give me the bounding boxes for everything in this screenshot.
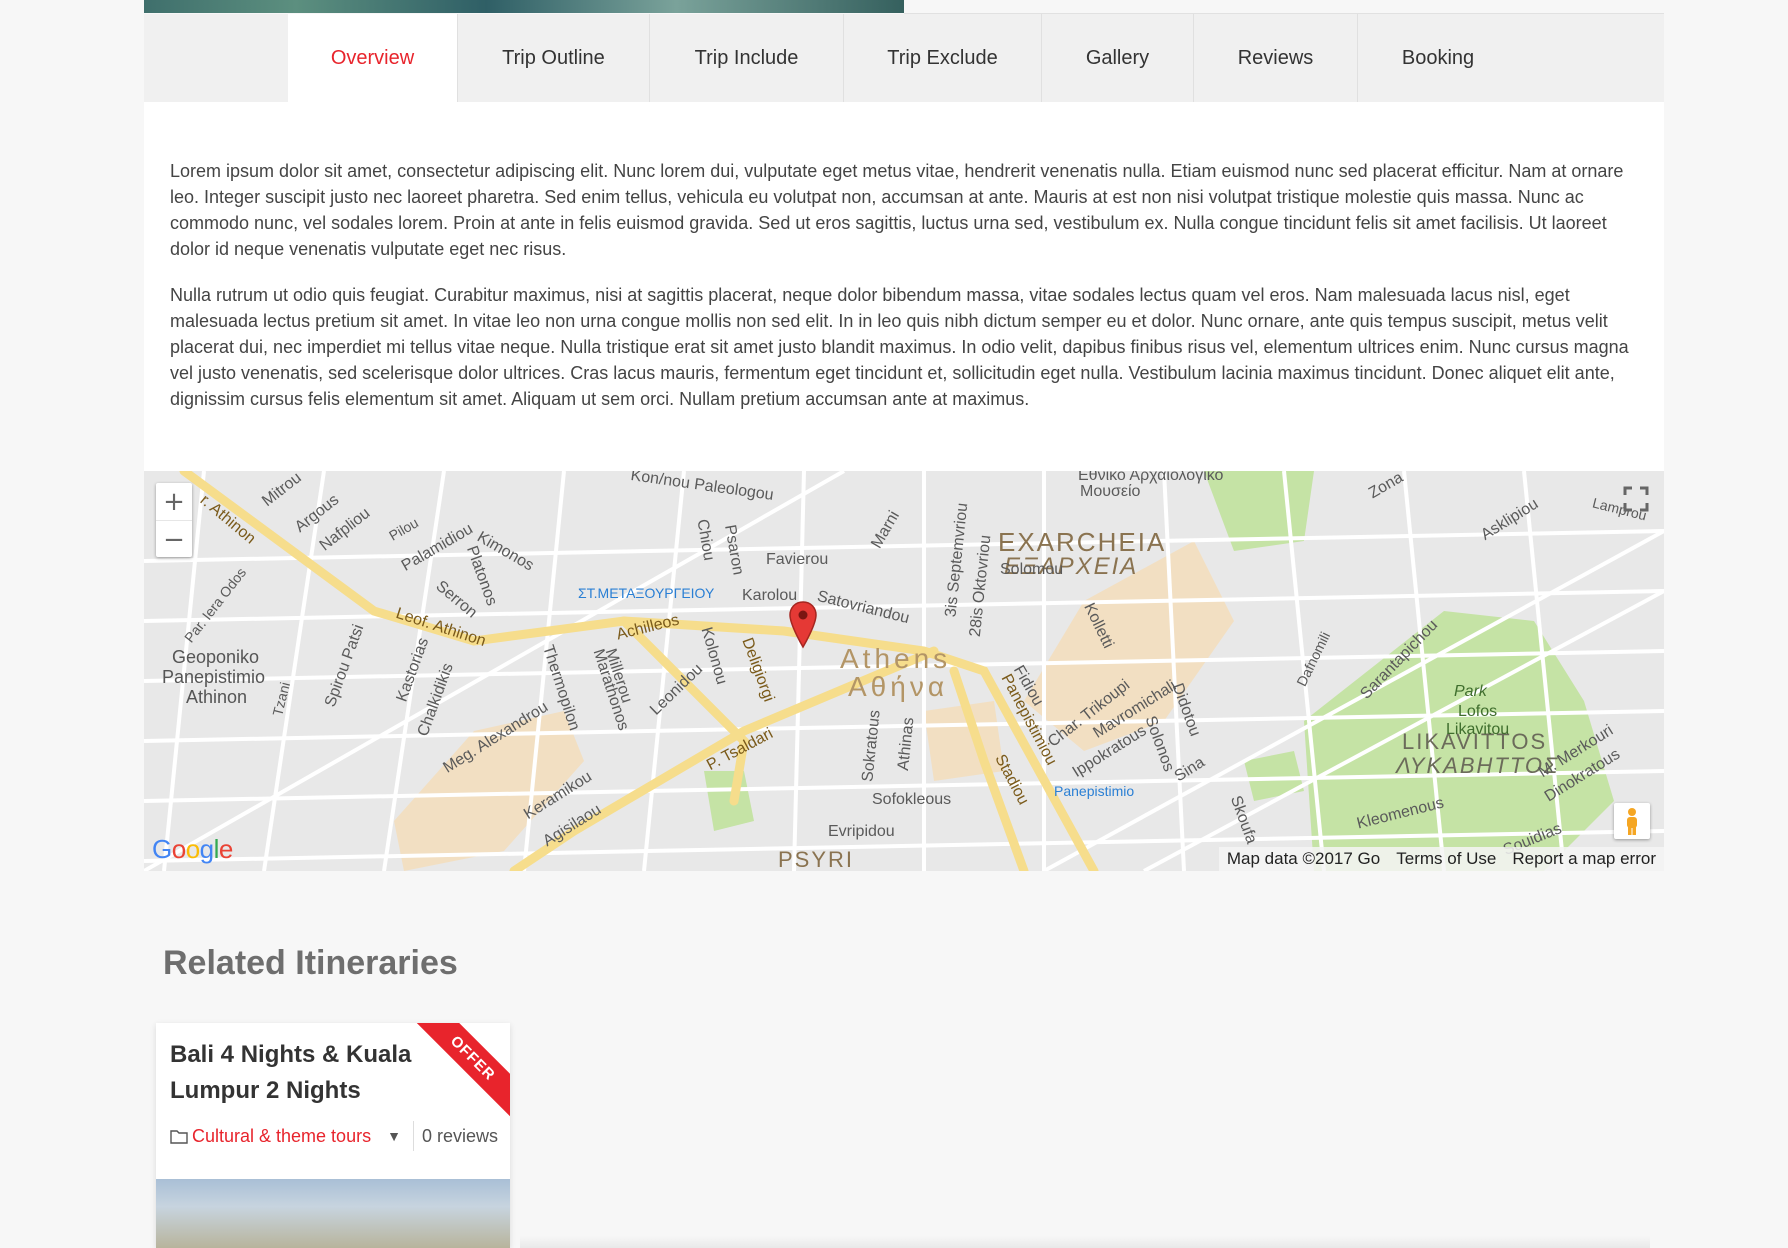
overview-paragraph-1: Lorem ipsum dolor sit amet, consectetur … <box>170 161 1624 259</box>
map-label-museum-2: Μουσείο <box>1080 483 1141 500</box>
caret-down-icon[interactable]: ▼ <box>387 1128 401 1144</box>
map-label-metaxourgeio: ΣΤ.ΜΕΤΑΞΟΥΡΓΕΙΟΥ <box>578 585 715 601</box>
street-view-pegman-icon[interactable] <box>1614 803 1650 839</box>
itinerary-reviews[interactable]: 0 reviews <box>422 1126 498 1147</box>
trip-tabs: Overview Trip Outline Trip Include Trip … <box>144 14 1664 102</box>
tab-trip-exclude[interactable]: Trip Exclude <box>844 14 1042 102</box>
hero-image-strip <box>144 0 904 13</box>
google-logo: Google <box>152 834 233 864</box>
related-itineraries-heading: Related Itineraries <box>163 944 458 982</box>
map-label-psyri: PSYRI <box>778 847 855 871</box>
map-attribution: Map data ©2017 Go Terms of Use Report a … <box>1218 847 1664 871</box>
overview-content: Lorem ipsum dolor sit amet, consectetur … <box>144 102 1664 471</box>
tab-reviews[interactable]: Reviews <box>1194 14 1358 102</box>
map-label-likavitou: Likavitou <box>1446 721 1510 738</box>
itinerary-image[interactable] <box>156 1179 510 1248</box>
map-data-credit: Map data ©2017 Go <box>1226 849 1381 868</box>
map-label-panepistimio-station: Panepistimio <box>1054 783 1135 799</box>
itinerary-meta: Cultural & theme tours ▼ 0 reviews <box>170 1121 498 1151</box>
footer-shadow <box>520 1236 1650 1248</box>
street-label-sofokleous: Sofokleous <box>872 791 952 808</box>
location-map[interactable]: EXARCHEIA ΕΞΑΡΧΕΙΑ LIKAVITTOS ΛΥΚΑΒΗΤΤΟΣ… <box>144 471 1664 871</box>
tab-trip-include[interactable]: Trip Include <box>650 14 844 102</box>
map-label-panepistimio-athinon: Panepistimio <box>162 667 266 687</box>
street-label-favierou: Favierou <box>766 551 829 568</box>
map-marker-icon[interactable] <box>788 601 818 649</box>
tab-overview[interactable]: Overview <box>288 14 458 102</box>
itinerary-category-link[interactable]: Cultural & theme tours <box>192 1126 371 1147</box>
fullscreen-icon[interactable] <box>1622 485 1650 513</box>
street-label-solomou: Solomou <box>1000 561 1064 578</box>
tab-booking[interactable]: Booking <box>1358 14 1518 102</box>
meta-divider <box>412 1121 414 1151</box>
zoom-in-button[interactable]: + <box>156 483 192 521</box>
report-map-error-link[interactable]: Report a map error <box>1504 849 1664 869</box>
overview-paragraph-2: Nulla rutrum ut odio quis feugiat. Curab… <box>170 285 1629 409</box>
street-label-evripidou: Evripidou <box>828 823 895 840</box>
terms-of-use-link[interactable]: Terms of Use <box>1388 849 1504 869</box>
tab-trip-outline[interactable]: Trip Outline <box>458 14 650 102</box>
folder-icon <box>170 1130 188 1144</box>
map-zoom-control: + − <box>156 483 192 557</box>
itinerary-card[interactable]: Bali 4 Nights & Kuala Lumpur 2 Nights Cu… <box>156 1023 510 1248</box>
map-label-lofos: Lofos <box>1458 703 1498 720</box>
map-label-athinon: Athinon <box>186 687 248 707</box>
map-label-park: Park <box>1454 683 1487 700</box>
map-label-geoponiko: Geoponiko <box>172 647 260 667</box>
zoom-out-button[interactable]: − <box>156 521 192 558</box>
map-label-athens-greek: Αθήνα <box>848 671 949 702</box>
tab-gallery[interactable]: Gallery <box>1042 14 1194 102</box>
